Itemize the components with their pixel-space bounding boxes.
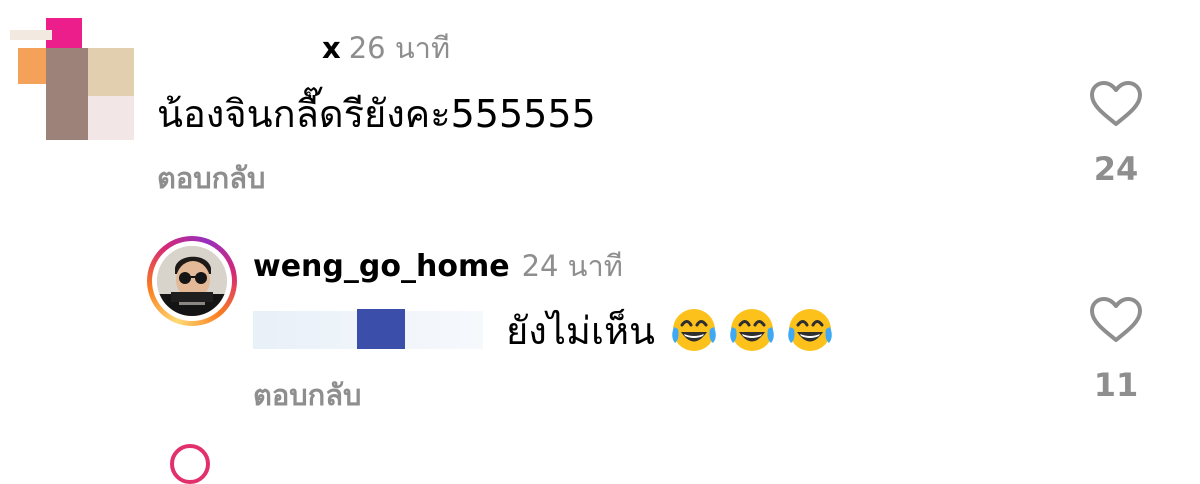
username[interactable]: weng_go_home <box>253 249 510 284</box>
reply-button[interactable]: ตอบกลับ <box>157 155 265 201</box>
heart-outline-icon[interactable] <box>1088 296 1144 344</box>
avatar-redacted[interactable] <box>10 18 140 140</box>
comment-meta: x 26 นาที <box>322 28 450 68</box>
redaction-block <box>357 309 405 349</box>
next-comment-avatar[interactable] <box>170 444 210 484</box>
face-with-tears-of-joy-icon <box>669 305 719 355</box>
comment-text: ยังไม่เห็น <box>506 308 655 353</box>
reply-button[interactable]: ตอบกลับ <box>253 372 361 418</box>
avatar[interactable] <box>147 236 237 326</box>
face-with-tears-of-joy-icon <box>785 305 835 355</box>
comment-time: 26 นาที <box>348 31 451 65</box>
redaction-block <box>10 30 52 40</box>
like-count: 11 <box>1093 366 1139 404</box>
mention-redacted[interactable] <box>253 307 498 353</box>
like-count: 24 <box>1093 150 1139 188</box>
comment-time: 24 นาที <box>521 249 623 283</box>
comment-text: น้องจินกลื๊ดรียังคะ555555 <box>157 92 596 136</box>
redaction-block <box>88 48 134 96</box>
username-fragment[interactable]: x <box>322 31 341 65</box>
face-with-tears-of-joy-icon <box>727 305 777 355</box>
redaction-block <box>46 48 90 140</box>
avatar-photo <box>157 246 227 316</box>
redaction-block <box>88 96 134 140</box>
comment-meta: weng_go_home 24 นาที <box>253 244 623 288</box>
heart-outline-icon[interactable] <box>1088 80 1144 128</box>
comment-body: ยังไม่เห็น <box>253 300 843 360</box>
